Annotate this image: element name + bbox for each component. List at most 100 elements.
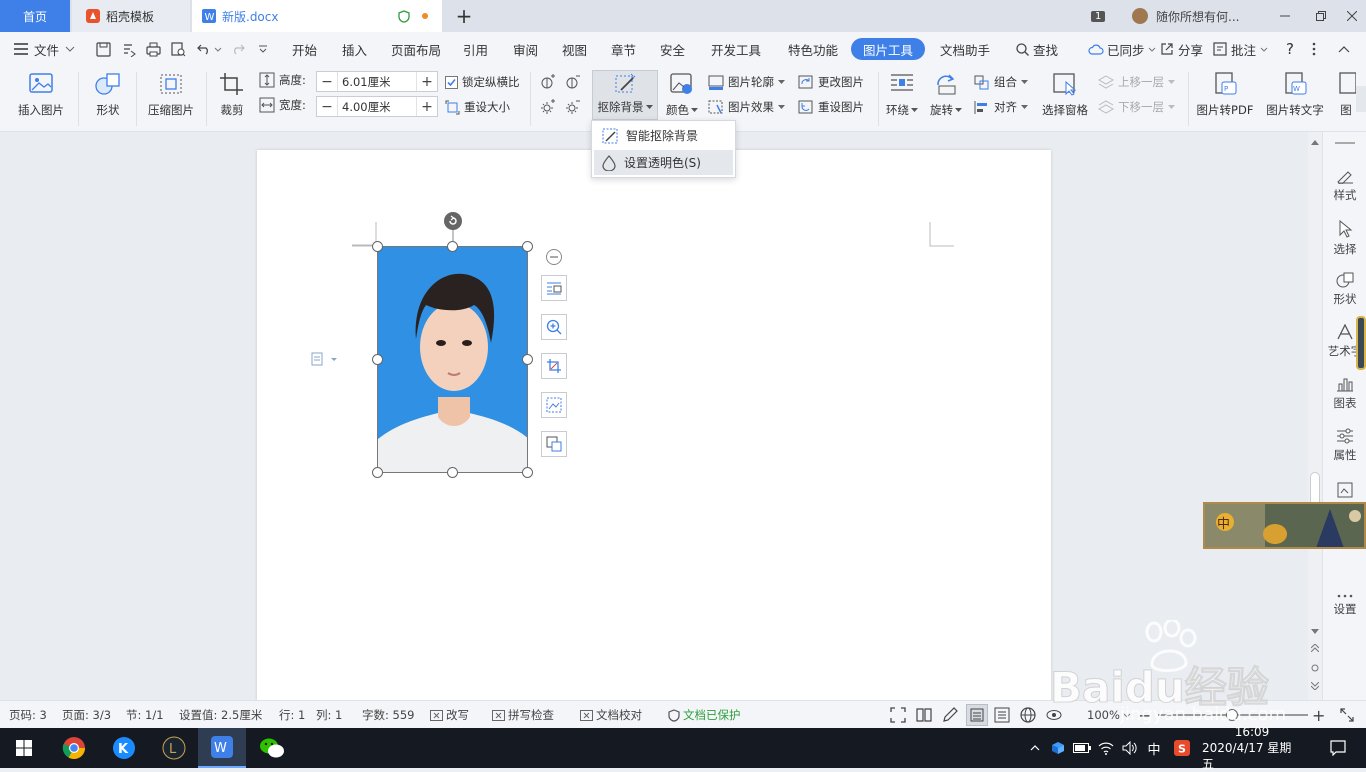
status-expand-button[interactable]: [1340, 701, 1354, 729]
paragraph-marker-icon[interactable]: [311, 352, 337, 366]
zoom-slider-thumb[interactable]: [1226, 709, 1238, 721]
reduce-brightness-button[interactable]: [565, 99, 581, 115]
height-stepper[interactable]: − 6.01厘米 +: [316, 71, 438, 92]
compress-picture-button[interactable]: 压缩图片: [144, 72, 198, 118]
lock-ratio-checkbox[interactable]: 锁定纵横比: [445, 74, 520, 90]
file-menu[interactable]: 文件: [14, 32, 75, 66]
search-button[interactable]: 查找: [1016, 32, 1058, 66]
tray-ime[interactable]: 中: [1144, 728, 1164, 768]
menu-item-4[interactable]: 审阅: [513, 32, 538, 66]
save-button[interactable]: [96, 32, 111, 66]
menu-item-7[interactable]: 安全: [660, 32, 685, 66]
taskbar-wechat[interactable]: [248, 728, 296, 768]
crop-picture-button[interactable]: [541, 353, 567, 379]
zoom-picture-button[interactable]: [541, 314, 567, 340]
reset-size-button[interactable]: 重设大小: [445, 99, 510, 115]
taskbar-league[interactable]: L: [150, 728, 198, 768]
zoom-out-button[interactable]: −: [1138, 701, 1151, 729]
resize-handle-s[interactable]: [447, 467, 458, 478]
rotate-handle[interactable]: [444, 212, 462, 230]
vertical-scrollbar[interactable]: [1308, 132, 1322, 700]
collapse-ribbon-button[interactable]: [1338, 32, 1350, 66]
window-count-badge[interactable]: 1: [1091, 0, 1113, 32]
user-account[interactable]: 随你所想有何...: [1132, 0, 1252, 32]
redo-button[interactable]: [231, 32, 245, 66]
crop-button[interactable]: 裁剪: [212, 72, 252, 118]
comment-button[interactable]: 批注: [1213, 32, 1268, 66]
write-view-button[interactable]: [942, 701, 958, 729]
rotate-button[interactable]: 旋转: [928, 72, 964, 118]
status-document-proof[interactable]: 文档校对: [580, 701, 642, 729]
panel-settings-button[interactable]: 设置: [1323, 594, 1366, 617]
action-center-button[interactable]: [1318, 728, 1358, 768]
ribbon-overflow-button[interactable]: 图: [1334, 72, 1358, 118]
collapse-quick-toolbar-button[interactable]: [546, 249, 562, 265]
resize-handle-ne[interactable]: [522, 241, 533, 252]
eye-protection-button[interactable]: [1046, 701, 1062, 729]
picture-fill-button[interactable]: [541, 392, 567, 418]
selection-pane-button[interactable]: 选择窗格: [1038, 72, 1092, 118]
restore-button[interactable]: [1306, 0, 1336, 32]
output-button[interactable]: [121, 32, 136, 66]
height-value[interactable]: 6.01厘米: [337, 72, 417, 91]
document-page[interactable]: [257, 150, 1051, 700]
taskbar-kugou[interactable]: K: [100, 728, 148, 768]
tab-template[interactable]: 稻壳模板: [72, 0, 190, 32]
minus-icon[interactable]: −: [317, 74, 337, 90]
minimize-button[interactable]: [1270, 0, 1300, 32]
reading-view-button[interactable]: [916, 701, 932, 729]
status-protected[interactable]: 文档已保护: [668, 701, 741, 729]
width-value[interactable]: 4.00厘米: [337, 97, 417, 116]
status-word-count[interactable]: 字数: 559: [362, 701, 414, 729]
minus-icon[interactable]: −: [317, 99, 337, 115]
floating-game-widget[interactable]: 中: [1203, 502, 1366, 549]
status-column[interactable]: 列: 1: [316, 701, 342, 729]
reduce-contrast-button[interactable]: [565, 74, 581, 90]
picture-convert-button[interactable]: [541, 431, 567, 457]
resize-handle-n[interactable]: [447, 241, 458, 252]
tab-document[interactable]: W 新版.docx: [192, 0, 442, 32]
help-button[interactable]: ?: [1286, 32, 1294, 66]
zoom-in-button[interactable]: +: [1312, 701, 1325, 729]
more-menu-button[interactable]: [1312, 32, 1316, 66]
status-rewrite[interactable]: 改写: [430, 701, 469, 729]
selected-photo[interactable]: [377, 246, 528, 473]
insert-picture-button[interactable]: 插入图片: [10, 72, 72, 118]
picture-effect-button[interactable]: 图片效果: [708, 99, 785, 115]
close-button[interactable]: [1338, 0, 1366, 32]
panel-select-button[interactable]: 选择: [1323, 220, 1366, 257]
taskbar-clock[interactable]: 16:09 2020/4/17 星期五: [1202, 725, 1302, 771]
picture-to-text-button[interactable]: W 图片转文字: [1264, 72, 1326, 118]
menu-item-11[interactable]: 文档助手: [940, 32, 990, 66]
group-button[interactable]: 组合: [974, 74, 1028, 90]
undo-button[interactable]: [197, 32, 222, 66]
plus-icon[interactable]: +: [417, 99, 437, 115]
menu-item-1[interactable]: 插入: [342, 32, 367, 66]
panel-chart-button[interactable]: 图表: [1323, 376, 1366, 411]
page-view-button[interactable]: [966, 704, 988, 726]
start-button[interactable]: [0, 728, 48, 768]
panel-drag-handle[interactable]: [1335, 142, 1355, 144]
reset-picture-button[interactable]: 重设图片: [798, 99, 864, 115]
picture-outline-button[interactable]: 图片轮廓: [708, 74, 785, 90]
print-button[interactable]: [146, 32, 161, 66]
menu-item-9[interactable]: 特色功能: [788, 32, 838, 66]
share-button[interactable]: 分享: [1160, 32, 1203, 66]
add-brightness-button[interactable]: [540, 99, 556, 115]
print-preview-button[interactable]: [171, 32, 186, 66]
fullscreen-button[interactable]: [890, 701, 906, 729]
web-view-button[interactable]: [1020, 701, 1036, 729]
ribbon-scroll-right[interactable]: [1356, 86, 1366, 112]
panel-shape-button[interactable]: 形状: [1323, 272, 1366, 307]
taskbar-wps-writer[interactable]: W: [198, 728, 246, 768]
tray-sogou[interactable]: S: [1172, 728, 1192, 768]
status-setting-value[interactable]: 设置值: 2.5厘米: [179, 701, 262, 729]
tray-battery[interactable]: [1072, 728, 1092, 768]
smart-remove-background-item[interactable]: 智能抠除背景: [594, 123, 733, 148]
layout-options-button[interactable]: [541, 275, 567, 301]
menu-item-2[interactable]: 页面布局: [391, 32, 441, 66]
panel-edge-tab[interactable]: [1356, 316, 1366, 370]
status-spell-check[interactable]: 拼写检查: [492, 701, 554, 729]
quick-access-more[interactable]: [258, 32, 268, 66]
tray-box-app[interactable]: [1048, 728, 1068, 768]
